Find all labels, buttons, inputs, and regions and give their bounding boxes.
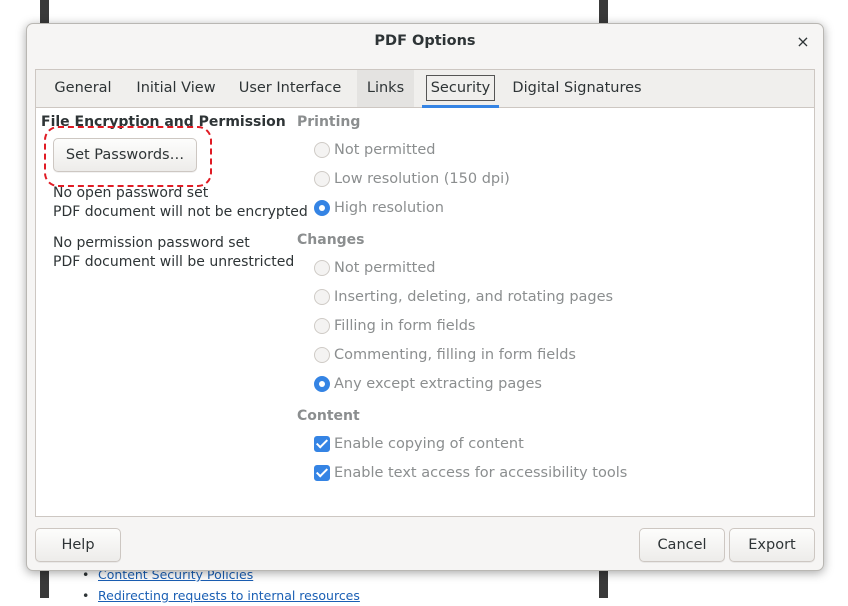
radio-label: Any except extracting pages (334, 376, 542, 392)
tab-user-interface[interactable]: User Interface (234, 70, 346, 107)
radio-label: Filling in form fields (334, 318, 476, 334)
content-section-title: Content (297, 408, 360, 424)
tab-digital-signatures[interactable]: Digital Signatures (510, 70, 644, 107)
background-link[interactable]: Redirecting requests to internal resourc… (78, 585, 360, 606)
tab-links[interactable]: Links (357, 70, 414, 107)
radio-icon (314, 142, 330, 158)
pdf-options-dialog: PDF Options × General Initial View User … (26, 23, 824, 571)
set-passwords-button[interactable]: Set Passwords… (53, 138, 197, 172)
help-button[interactable]: Help (35, 528, 121, 562)
radio-label: Inserting, deleting, and rotating pages (334, 289, 614, 305)
checkbox-checked-icon (314, 465, 330, 481)
cancel-button[interactable]: Cancel (639, 528, 725, 562)
radio-icon (314, 260, 330, 276)
radio-label: High resolution (334, 200, 444, 216)
tab-security-label: Security (430, 80, 491, 96)
radio-label: Commenting, filling in form fields (334, 347, 576, 363)
dialog-title: PDF Options (374, 33, 476, 49)
encryption-status: PDF document will not be encrypted (53, 204, 308, 220)
tab-initial-view[interactable]: Initial View (130, 70, 222, 107)
radio-selected-icon (314, 200, 330, 216)
radio-selected-icon (314, 376, 330, 392)
export-button[interactable]: Export (729, 528, 815, 562)
radio-icon (314, 318, 330, 334)
close-icon[interactable]: × (793, 32, 813, 52)
tab-bar: General Initial View User Interface Link… (36, 70, 814, 108)
radio-icon (314, 289, 330, 305)
tab-security[interactable]: Security (422, 70, 499, 108)
restriction-status: PDF document will be unrestricted (53, 254, 295, 270)
radio-icon (314, 347, 330, 363)
changes-section-title: Changes (297, 232, 365, 248)
tab-general[interactable]: General (44, 70, 122, 107)
radio-icon (314, 171, 330, 187)
encryption-section-title: File Encryption and Permission (41, 114, 286, 130)
checkbox-label: Enable text access for accessibility too… (334, 465, 628, 481)
checkbox-checked-icon (314, 436, 330, 452)
open-password-status: No open password set (53, 185, 209, 201)
dialog-titlebar[interactable]: PDF Options × (27, 24, 823, 60)
checkbox-label: Enable copying of content (334, 436, 524, 452)
permission-password-status: No permission password set (53, 235, 250, 251)
radio-label: Low resolution (150 dpi) (334, 171, 510, 187)
radio-label: Not permitted (334, 260, 436, 276)
radio-label: Not permitted (334, 142, 436, 158)
printing-section-title: Printing (297, 114, 361, 130)
